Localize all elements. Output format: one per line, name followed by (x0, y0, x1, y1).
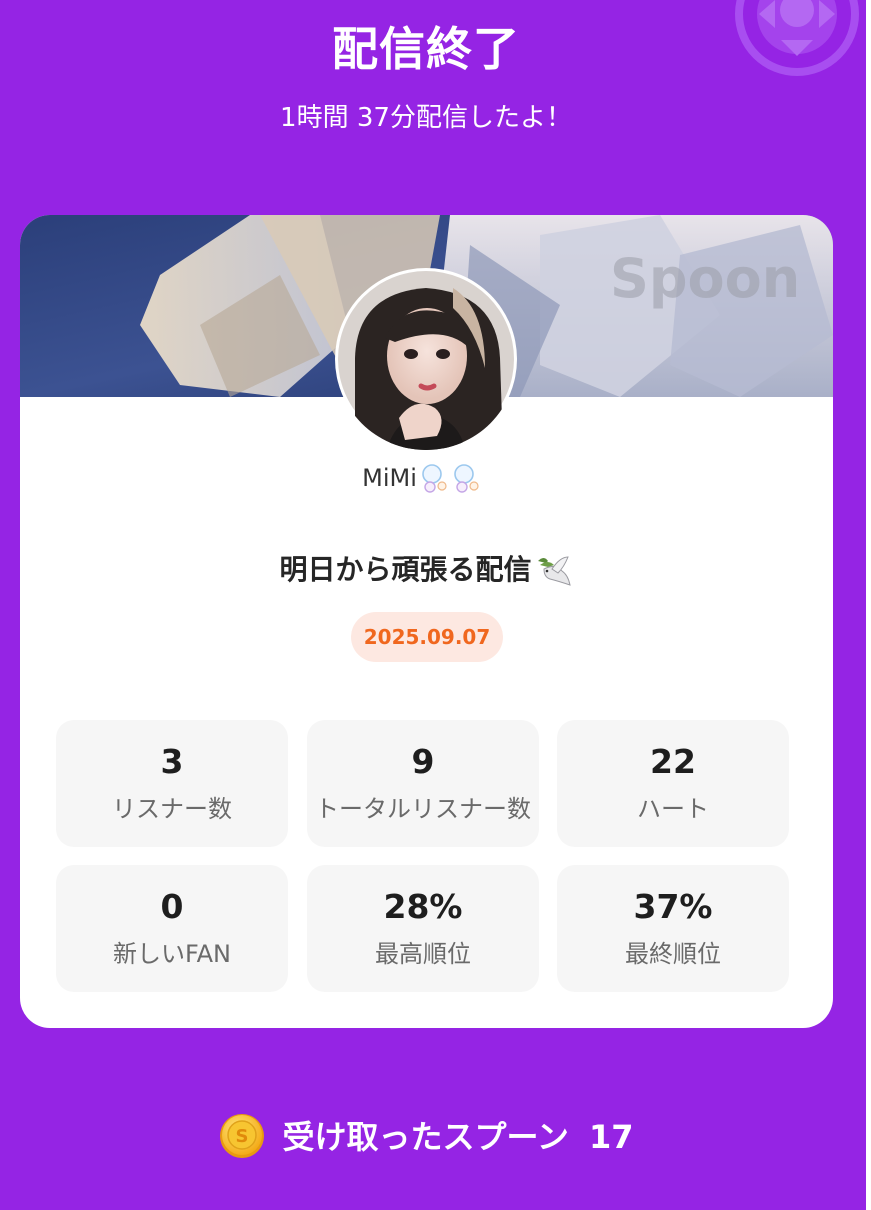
stat-value: 28% (383, 887, 463, 926)
bubble-emoji-icon (422, 464, 479, 493)
stat-label: 最終順位 (625, 940, 721, 968)
stat-new-fans: 0 新しいFAN (56, 865, 288, 992)
live-title-text: 明日から頑張る配信 (279, 553, 532, 586)
stat-label: トータルリスナー数 (315, 795, 531, 823)
dove-emoji-icon (537, 556, 571, 586)
duration-text: 1時間 37分配信したよ！ (280, 103, 572, 133)
coin-letter: S (235, 1126, 248, 1147)
stat-total-listeners: 9 トータルリスナー数 (307, 720, 539, 847)
username: MiMi (20, 461, 833, 496)
received-spoons: S 受け取ったスプーン 17 (0, 1113, 852, 1161)
summary-card: Spoon MiMi 明日から頑張る配信 2025.09.07 3 リスナー数 … (20, 215, 833, 1028)
coin-icon: S (219, 1114, 264, 1158)
stat-value: 22 (650, 742, 696, 781)
live-end-screen: 配信終了 1時間 37分配信したよ！ Spoon MiMi 明日から頑張る配信 … (0, 0, 866, 1210)
stat-hearts: 22 ハート (557, 720, 789, 847)
stat-value: 0 (160, 887, 184, 926)
live-title: 明日から頑張る配信 (20, 550, 833, 591)
stat-highest-rank: 28% 最高順位 (307, 865, 539, 992)
stat-value: 3 (160, 742, 184, 781)
stat-label: 新しいFAN (113, 940, 231, 968)
date-badge: 2025.09.07 (351, 612, 503, 662)
stat-value: 9 (411, 742, 435, 781)
stat-label: ハート (637, 795, 709, 823)
stat-value: 37% (633, 887, 713, 926)
cover-watermark: Spoon (610, 247, 800, 310)
screen-edge (866, 0, 871, 1210)
page-title: 配信終了 (332, 22, 520, 76)
stat-listeners: 3 リスナー数 (56, 720, 288, 847)
stat-label: 最高順位 (375, 940, 471, 968)
received-label: 受け取ったスプーン (282, 1118, 569, 1156)
username-text: MiMi (362, 464, 417, 492)
stat-label: リスナー数 (112, 795, 232, 823)
stat-final-rank: 37% 最終順位 (557, 865, 789, 992)
avatar (335, 268, 517, 450)
received-count: 17 (588, 1118, 634, 1156)
